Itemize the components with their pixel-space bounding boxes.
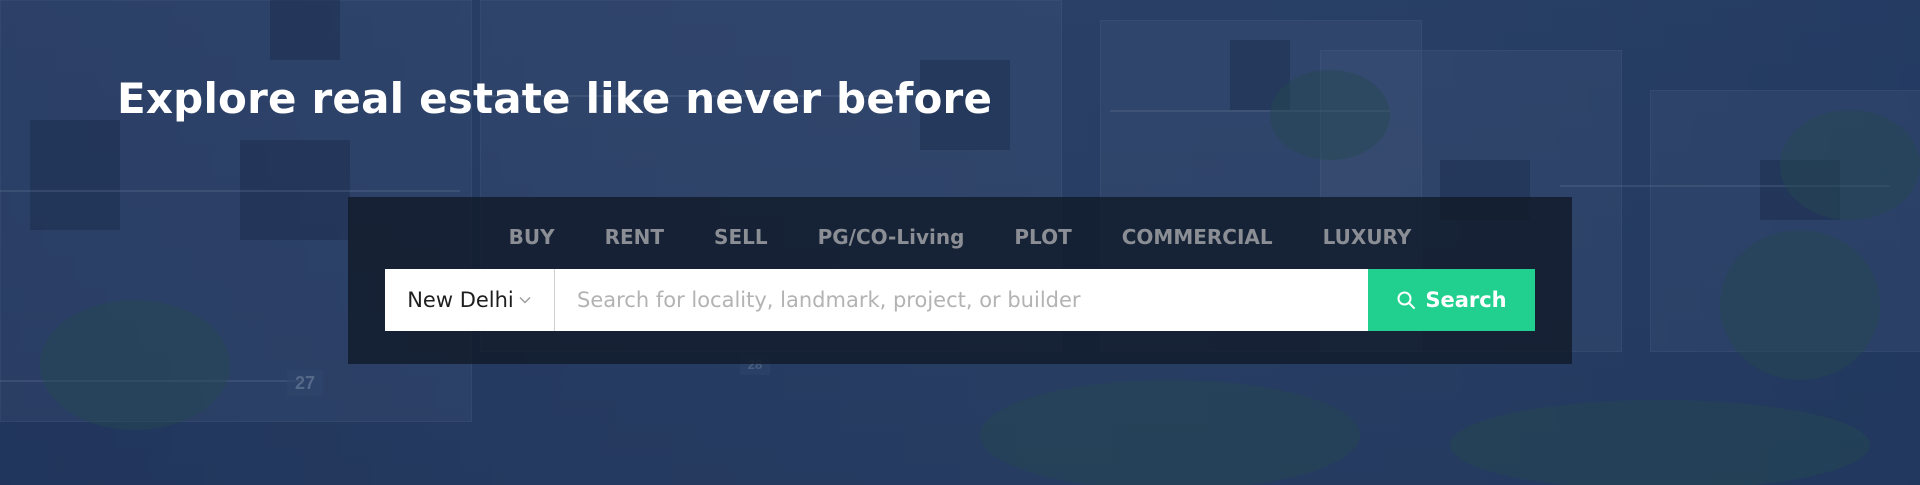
city-select-label: New Delhi (407, 288, 514, 312)
tab-luxury[interactable]: LUXURY (1298, 221, 1437, 253)
city-select[interactable]: New Delhi (385, 269, 555, 331)
search-icon (1396, 290, 1416, 310)
tab-buy[interactable]: BUY (484, 221, 580, 253)
tab-plot[interactable]: PLOT (989, 221, 1096, 253)
tab-sell[interactable]: SELL (689, 221, 793, 253)
tab-commercial[interactable]: COMMERCIAL (1097, 221, 1298, 253)
search-input[interactable] (555, 269, 1368, 331)
search-button[interactable]: Search (1368, 269, 1535, 331)
tab-pg-co-living[interactable]: PG/CO-Living (793, 221, 990, 253)
chevron-down-icon (518, 293, 532, 307)
search-tabs: BUY RENT SELL PG/CO-Living PLOT COMMERCI… (348, 221, 1572, 253)
search-button-label: Search (1425, 288, 1507, 312)
hero-headline: Explore real estate like never before (117, 74, 993, 123)
search-bar: New Delhi Search (385, 269, 1535, 331)
tab-rent[interactable]: RENT (580, 221, 689, 253)
search-panel: BUY RENT SELL PG/CO-Living PLOT COMMERCI… (348, 197, 1572, 364)
